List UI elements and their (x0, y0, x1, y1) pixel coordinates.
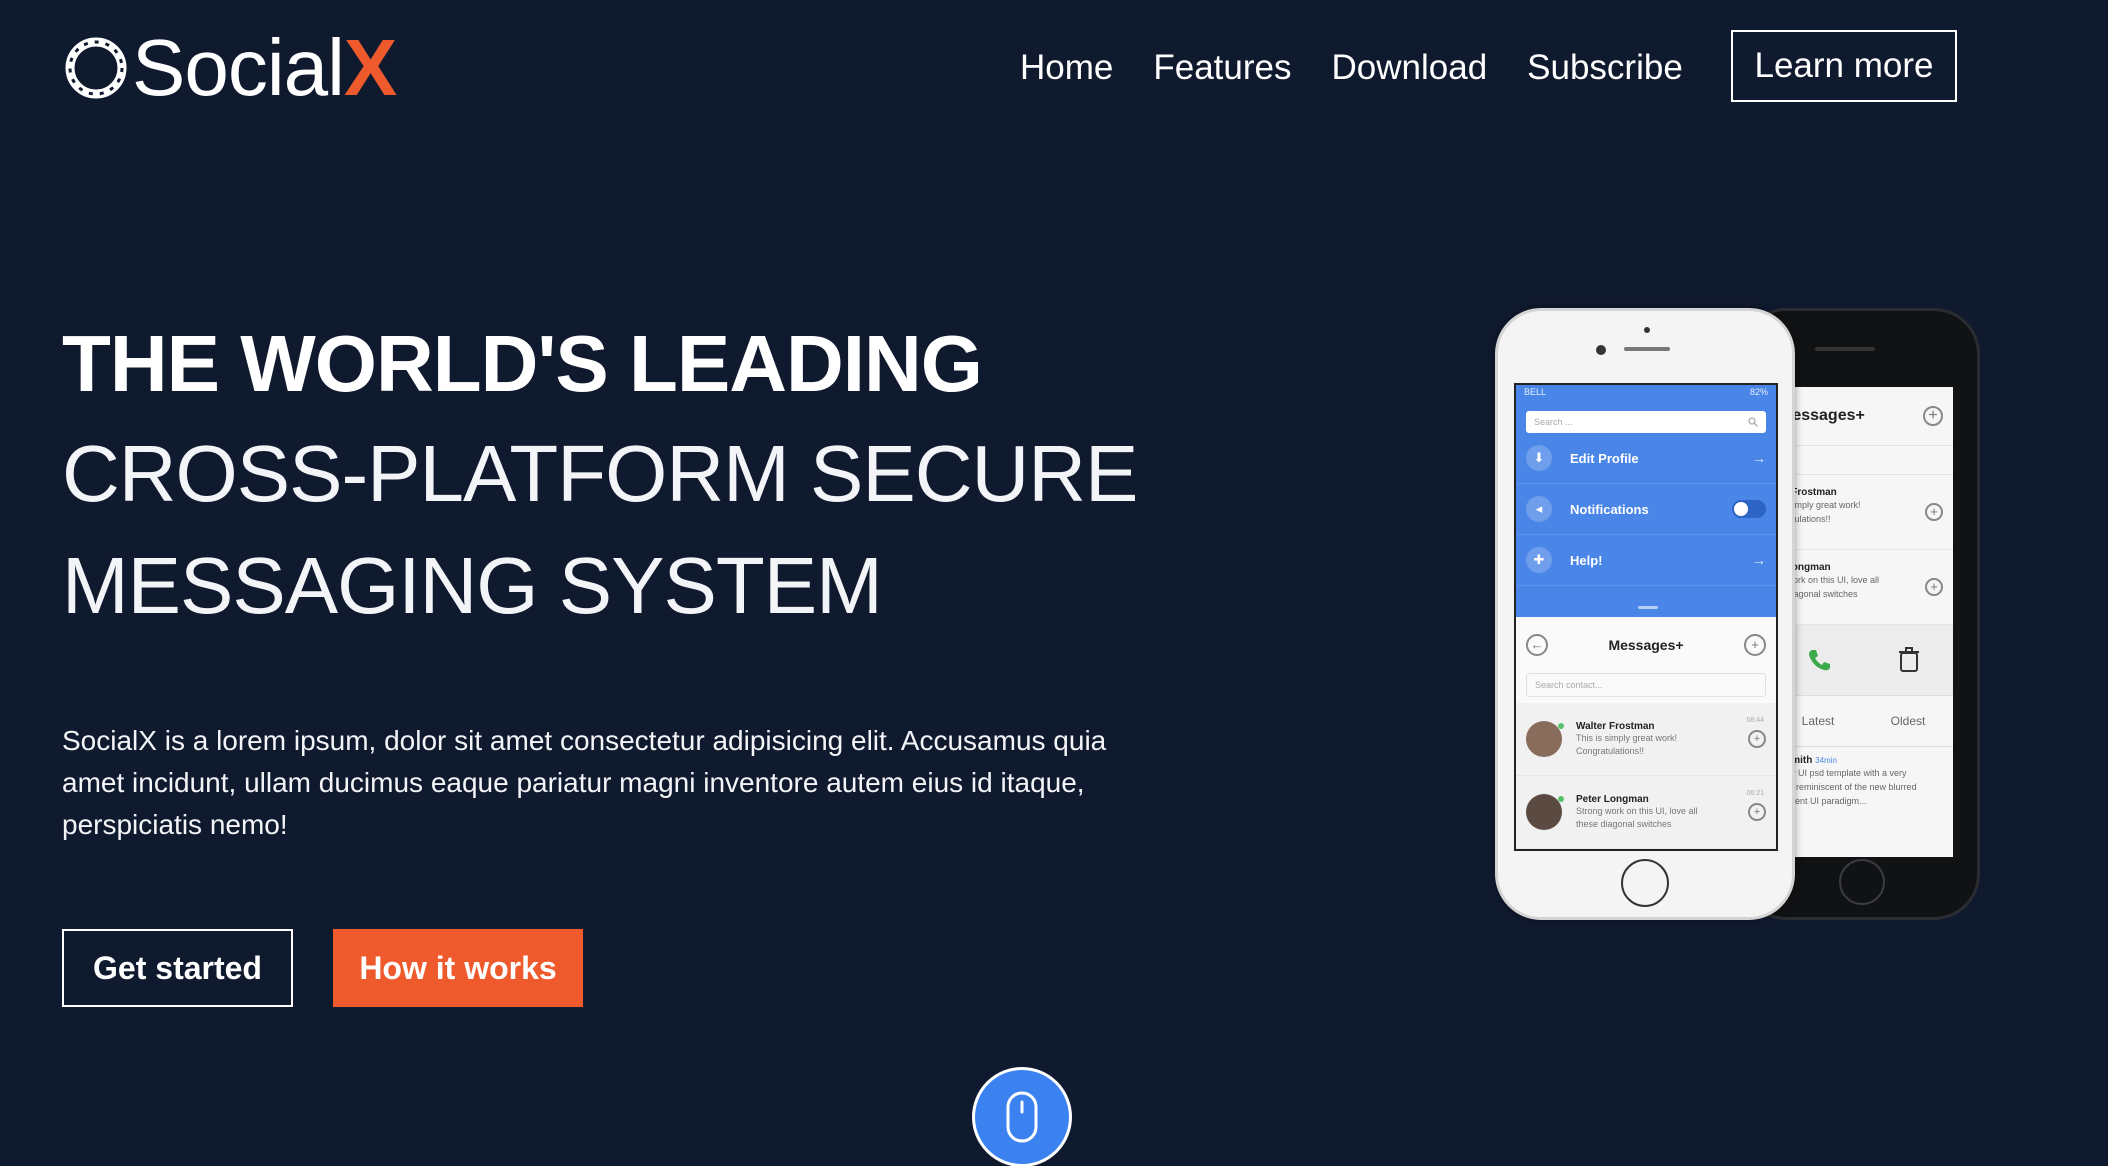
hero-headline-line1: THE WORLD'S LEADING (62, 319, 983, 408)
phone-speaker (1624, 347, 1670, 351)
messages-header: ← Messages+ + (1516, 617, 1776, 673)
mouse-icon (1006, 1091, 1038, 1143)
back-contact-message: slucent UI paradigm... (1779, 796, 1867, 806)
back-arrow-icon: ← (1526, 634, 1548, 656)
main-nav: Home Features Download Subscribe (1020, 30, 1723, 106)
nav-home[interactable]: Home (1020, 48, 1113, 88)
back-contact-message: feel reminiscent of the new blurred (1779, 782, 1917, 792)
menu-item-edit-profile: ⬇ Edit Profile → (1516, 433, 1776, 484)
back-contact-name: er Frostman (1779, 487, 1837, 498)
back-list-item: er Frostman is simply great work! gratul… (1773, 475, 1953, 550)
contact-list-item: Walter Frostman This is simply great wor… (1516, 703, 1776, 776)
logo-ring-icon (65, 37, 127, 99)
download-icon: ⬇ (1526, 445, 1552, 471)
brand-name: SocialX (132, 23, 397, 112)
status-bar: BELL 82% (1516, 385, 1776, 403)
app-search-field: Search ... (1526, 411, 1766, 433)
tab-oldest: Oldest (1890, 714, 1926, 728)
carrier-label: BELL (1524, 387, 1547, 397)
add-icon: + (1748, 803, 1766, 821)
phone-front-screen: BELL 82% Search ... ⬇ Edit Profile → ◂ N… (1514, 383, 1778, 851)
nav-subscribe[interactable]: Subscribe (1527, 48, 1683, 88)
arrow-right-icon: → (1752, 450, 1766, 466)
phone-camera (1596, 345, 1606, 355)
menu-item-help: ✚ Help! → (1516, 535, 1776, 586)
menu-item-notifications: ◂ Notifications (1516, 484, 1776, 535)
add-icon: + (1925, 578, 1943, 596)
phone-home-button (1621, 859, 1669, 907)
nav-features[interactable]: Features (1153, 48, 1291, 88)
contact-message: Strong work on this UI, love all (1576, 805, 1698, 816)
contact-message: This is simply great work! (1576, 732, 1678, 743)
lifebuoy-icon: ✚ (1526, 547, 1552, 573)
scroll-down-button[interactable] (972, 1067, 1072, 1167)
learn-more-button[interactable]: Learn more (1731, 30, 1957, 102)
battery-label: 82% (1749, 387, 1768, 397)
add-icon: + (1743, 634, 1766, 656)
back-messages-header: Messages+ + (1773, 387, 1953, 446)
contact-list-item: Peter Longman Strong work on this UI, lo… (1516, 776, 1776, 849)
back-contact-time: 34min (1815, 756, 1837, 765)
search-icon (1748, 417, 1758, 427)
avatar (1526, 794, 1564, 830)
how-it-works-button[interactable]: How it works (333, 929, 583, 1007)
menu-item-label: Help! (1570, 552, 1603, 568)
phone-home-button (1839, 859, 1885, 905)
back-list-item: l Smith 34min new UI psd template with a… (1773, 747, 1953, 808)
hero-headline-line3: MESSAGING SYSTEM (62, 541, 883, 630)
megaphone-icon: ◂ (1526, 496, 1552, 522)
back-sort-tabs: Latest Oldest (1773, 695, 1953, 747)
hero-description: SocialX is a lorem ipsum, dolor sit amet… (62, 725, 1107, 840)
add-icon: + (1925, 503, 1943, 521)
back-contact-name: r Longman (1779, 562, 1831, 573)
nav-download[interactable]: Download (1332, 48, 1488, 88)
get-started-button[interactable]: Get started (62, 929, 293, 1007)
back-search-field (1773, 446, 1953, 475)
phone-back-screen: Messages+ + er Frostman is simply great … (1773, 387, 1953, 857)
brand-logo[interactable]: SocialX (62, 23, 397, 112)
messages-title: Messages+ (1608, 637, 1684, 653)
menu-item-label: Notifications (1570, 501, 1649, 517)
back-contact-message: new UI psd template with a very (1779, 768, 1907, 778)
add-icon: + (1923, 406, 1943, 426)
arrow-right-icon: → (1752, 552, 1766, 568)
panel-handle (1638, 606, 1658, 609)
add-icon: + (1748, 730, 1766, 748)
contact-name: Peter Longman (1576, 793, 1649, 805)
contact-search-field: Search contact... (1526, 673, 1766, 697)
phone-speaker (1815, 347, 1875, 351)
notifications-toggle (1732, 500, 1766, 518)
phone-mockup-front: BELL 82% Search ... ⬇ Edit Profile → ◂ N… (1495, 308, 1795, 920)
contact-message: these diagonal switches (1576, 818, 1672, 829)
menu-item-label: Edit Profile (1570, 450, 1639, 466)
app-menu-panel: BELL 82% Search ... ⬇ Edit Profile → ◂ N… (1516, 385, 1776, 617)
app-search-placeholder: Search ... (1534, 417, 1573, 427)
avatar (1526, 721, 1564, 757)
section-divider (0, 1166, 2108, 1170)
back-list-item: r Longman g work on this UI, love all e … (1773, 550, 1953, 625)
hero-headline-line2: CROSS-PLATFORM SECURE (62, 429, 1138, 518)
contact-name: Walter Frostman (1576, 720, 1655, 732)
phone-call-icon (1809, 650, 1830, 671)
contact-time: 08:44 (1746, 717, 1764, 724)
contact-time: 06:21 (1746, 790, 1764, 797)
trash-icon (1899, 647, 1919, 672)
phone-sensor (1644, 327, 1650, 333)
contact-message: Congratulations!! (1576, 745, 1645, 756)
back-call-actions (1773, 625, 1953, 695)
